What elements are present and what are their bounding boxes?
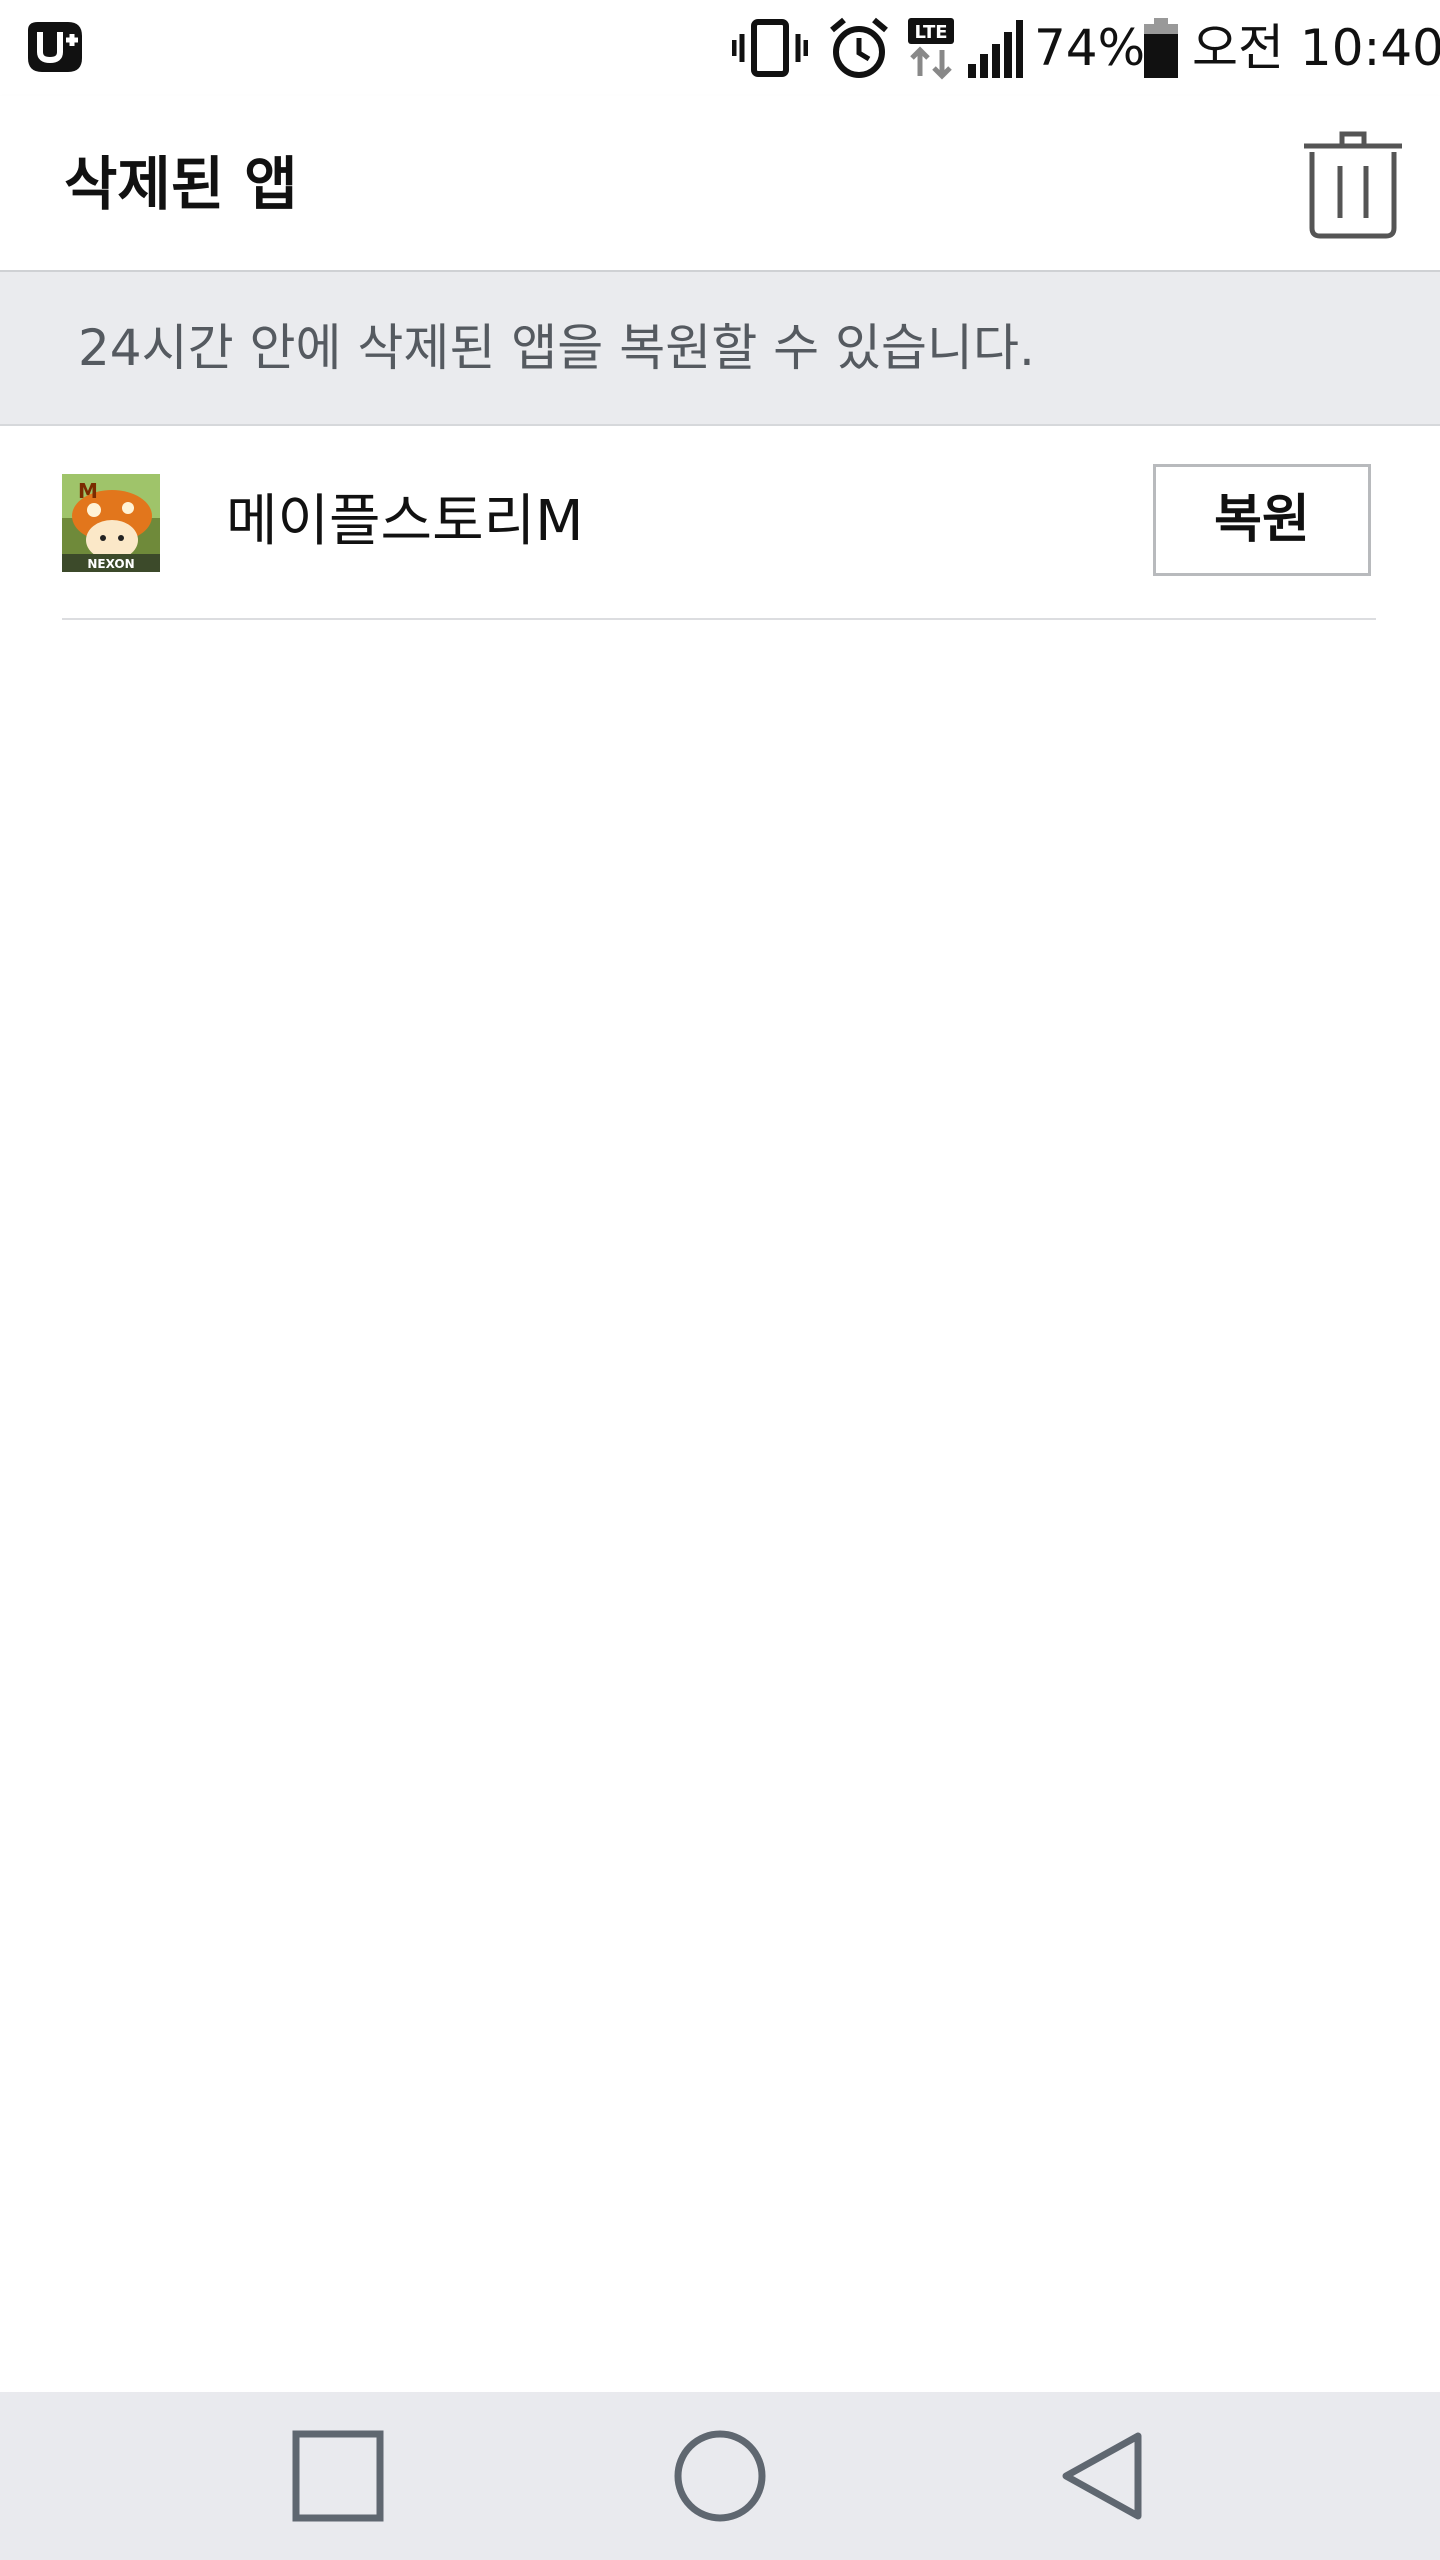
app-icon-caption: NEXON — [87, 557, 134, 571]
lte-label: LTE — [914, 22, 947, 43]
info-banner: 24시간 안에 삭제된 앱을 복원할 수 있습니다. — [0, 272, 1440, 426]
lte-data-icon: LTE — [908, 18, 954, 80]
status-bar: LTE 74% 오전 10:40 — [0, 0, 1440, 96]
restore-button[interactable]: 복원 — [1153, 464, 1371, 576]
app-bar: 삭제된 앱 — [0, 96, 1440, 272]
recent-apps-icon[interactable] — [288, 2426, 388, 2526]
app-icon-badge: M — [78, 479, 98, 503]
navigation-bar — [0, 2392, 1440, 2560]
home-icon[interactable] — [670, 2426, 770, 2526]
vibrate-icon — [732, 19, 808, 77]
info-banner-text: 24시간 안에 삭제된 앱을 복원할 수 있습니다. — [78, 319, 1035, 377]
trash-icon[interactable] — [1298, 130, 1408, 240]
signal-icon — [968, 20, 1023, 78]
back-icon[interactable] — [1052, 2426, 1152, 2526]
app-name: 메이플스토리M — [226, 489, 584, 554]
uplus-carrier-icon — [28, 22, 82, 72]
page-title: 삭제된 앱 — [64, 150, 298, 218]
alarm-icon — [830, 17, 888, 78]
battery-percent: 74% — [1034, 19, 1146, 77]
clock: 오전 10:40 — [1192, 19, 1440, 77]
maplestory-m-app-icon[interactable]: M NEXON — [62, 474, 160, 572]
battery-icon — [1144, 18, 1178, 78]
list-item: M NEXON 메이플스토리M 복원 — [62, 426, 1376, 620]
